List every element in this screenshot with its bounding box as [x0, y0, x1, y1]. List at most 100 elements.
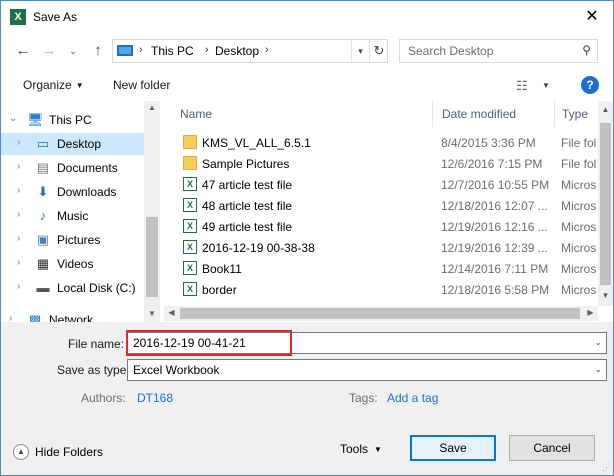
sidebar-item-downloads[interactable]: › ⬇ Downloads [1, 181, 144, 203]
view-options-caret-icon[interactable]: ▼ [542, 81, 550, 90]
folder-icon [183, 156, 197, 170]
back-arrow-icon[interactable]: ← [13, 41, 33, 61]
sidebar-item-label: Videos [57, 257, 94, 271]
breadcrumb-desktop[interactable]: Desktop [215, 44, 259, 58]
file-row[interactable]: X 48 article test file 12/18/2016 12:07 … [164, 195, 597, 216]
file-name: KMS_VL_ALL_6.5.1 [202, 136, 311, 150]
scrollbar-thumb[interactable] [600, 123, 611, 285]
file-type: Micros [561, 199, 597, 213]
column-header-name[interactable]: Name [180, 107, 212, 121]
breadcrumb-this-pc[interactable]: This PC [151, 44, 194, 58]
file-row[interactable]: X 47 article test file 12/7/2016 10:55 P… [164, 174, 597, 195]
help-button[interactable]: ? [581, 76, 599, 94]
dialog-title: Save As [33, 10, 78, 24]
sidebar-item-label: This PC [49, 113, 92, 127]
search-box[interactable]: Search Desktop ⚲ [399, 39, 598, 63]
new-folder-button[interactable]: New folder [113, 78, 170, 92]
desktop-icon: ▭ [36, 136, 50, 151]
column-header-date-modified[interactable]: Date modified [442, 107, 516, 121]
file-type: Micros [561, 262, 597, 276]
cancel-button[interactable]: Cancel [509, 435, 595, 461]
expand-chevron-icon[interactable]: › [17, 209, 20, 220]
column-divider[interactable] [432, 101, 433, 127]
sidebar-item-videos[interactable]: › ▦ Videos [1, 253, 144, 275]
search-input[interactable]: Search Desktop [408, 44, 493, 58]
pictures-icon: ▣ [36, 232, 50, 247]
scroll-down-arrow-icon[interactable]: ▼ [598, 291, 613, 300]
scrollbar-thumb[interactable] [180, 308, 580, 319]
sidebar-item-this-pc[interactable]: ⌄ 🖥 This PC [1, 109, 144, 131]
navigation-pane-scrollbar[interactable]: ▲ ▼ [144, 101, 160, 322]
navigation-bar: ← → ⌄ ↑ › This PC › Desktop › ▾ ↻ Search… [1, 33, 613, 69]
expand-chevron-icon[interactable]: › [17, 161, 20, 172]
this-pc-icon [117, 45, 133, 56]
file-list-vertical-scrollbar[interactable]: ▲ ▼ [598, 101, 613, 306]
sidebar-item-network[interactable]: › ▩ Network [1, 309, 144, 322]
file-row[interactable]: KMS_VL_ALL_6.5.1 8/4/2015 3:36 PM File f… [164, 132, 597, 153]
file-row[interactable]: X Book11 12/14/2016 7:11 PM Micros [164, 258, 597, 279]
organize-button[interactable]: Organize ▼ [23, 78, 84, 92]
scrollbar-thumb[interactable] [146, 217, 158, 297]
recent-locations-chevron-icon[interactable]: ⌄ [63, 41, 83, 61]
up-arrow-icon[interactable]: ↑ [88, 41, 108, 61]
save-button[interactable]: Save [410, 435, 496, 461]
sidebar-item-documents[interactable]: › ▤ Documents [1, 157, 144, 179]
save-as-type-select[interactable]: Excel Workbook ⌄ [127, 359, 607, 381]
collapse-up-icon: ▲ [13, 444, 29, 460]
address-bar[interactable]: › This PC › Desktop › ▾ ↻ [112, 39, 388, 63]
file-row[interactable]: X 2016-12-19 00-38-38 12/19/2016 12:39 .… [164, 237, 597, 258]
expand-chevron-icon[interactable]: › [17, 233, 20, 244]
save-as-type-value: Excel Workbook [133, 363, 220, 377]
file-date: 12/19/2016 12:16 ... [441, 220, 548, 234]
excel-file-icon: X [183, 177, 197, 191]
sidebar-item-local-disk[interactable]: › ▬ Local Disk (C:) [1, 277, 144, 299]
tools-menu-button[interactable]: Tools ▼ [340, 442, 382, 456]
scroll-right-arrow-icon[interactable]: ▶ [583, 308, 598, 317]
expand-chevron-icon[interactable]: › [17, 281, 20, 292]
title-bar: X Save As ✕ [1, 1, 613, 33]
downloads-icon: ⬇ [37, 184, 49, 199]
file-date: 12/6/2016 7:15 PM [441, 157, 543, 171]
file-list-horizontal-scrollbar[interactable]: ◀ ▶ [164, 306, 598, 321]
scroll-down-arrow-icon[interactable]: ▼ [144, 309, 160, 318]
file-row[interactable]: Sample Pictures 12/6/2016 7:15 PM File f… [164, 153, 597, 174]
expand-chevron-icon[interactable]: › [17, 137, 20, 148]
refresh-icon[interactable]: ↻ [369, 40, 388, 62]
expand-chevron-icon[interactable]: › [9, 313, 12, 322]
sort-ascending-icon: ⌃ [301, 101, 310, 109]
file-type: File fol [561, 157, 597, 171]
tools-caret-icon: ▼ [374, 445, 382, 454]
file-name-dropdown-icon[interactable]: ⌄ [594, 337, 602, 348]
save-as-type-dropdown-icon[interactable]: ⌄ [594, 364, 602, 375]
file-list: ⌃ Name Date modified Type KMS_VL_ALL_6.5… [164, 101, 613, 322]
sidebar-item-pictures[interactable]: › ▣ Pictures [1, 229, 144, 251]
tags-label: Tags: [349, 391, 378, 405]
sidebar-item-desktop[interactable]: › ▭ Desktop [1, 133, 144, 155]
sidebar-item-music[interactable]: › ♪ Music [1, 205, 144, 227]
excel-file-icon: X [183, 219, 197, 233]
authors-label: Authors: [81, 391, 126, 405]
expand-chevron-icon[interactable]: › [17, 257, 20, 268]
tags-value[interactable]: Add a tag [387, 391, 438, 405]
music-icon: ♪ [39, 208, 47, 223]
scroll-left-arrow-icon[interactable]: ◀ [164, 308, 179, 317]
file-date: 12/14/2016 7:11 PM [441, 262, 549, 276]
scroll-up-arrow-icon[interactable]: ▲ [598, 105, 613, 114]
forward-arrow-icon[interactable]: → [39, 41, 59, 61]
view-options-icon[interactable]: ☷ [516, 78, 528, 94]
close-button[interactable]: ✕ [579, 6, 605, 28]
expand-chevron-icon[interactable]: › [17, 185, 20, 196]
collapse-chevron-icon[interactable]: ⌄ [9, 113, 17, 124]
resize-grip-icon[interactable]: ⋰ [602, 462, 611, 473]
scroll-up-arrow-icon[interactable]: ▲ [144, 103, 160, 112]
organize-caret-icon: ▼ [75, 81, 84, 90]
file-row[interactable]: X 49 article test file 12/19/2016 12:16 … [164, 216, 597, 237]
file-row[interactable]: X border 12/18/2016 5:58 PM Micros [164, 279, 597, 300]
address-dropdown-icon[interactable]: ▾ [351, 40, 369, 62]
authors-value[interactable]: DT168 [137, 391, 173, 405]
column-divider[interactable] [554, 101, 555, 127]
column-header-type[interactable]: Type [562, 107, 588, 121]
file-date: 12/7/2016 10:55 PM [441, 178, 550, 192]
sidebar-item-label: Desktop [57, 137, 102, 151]
file-type: File fol [561, 136, 597, 150]
